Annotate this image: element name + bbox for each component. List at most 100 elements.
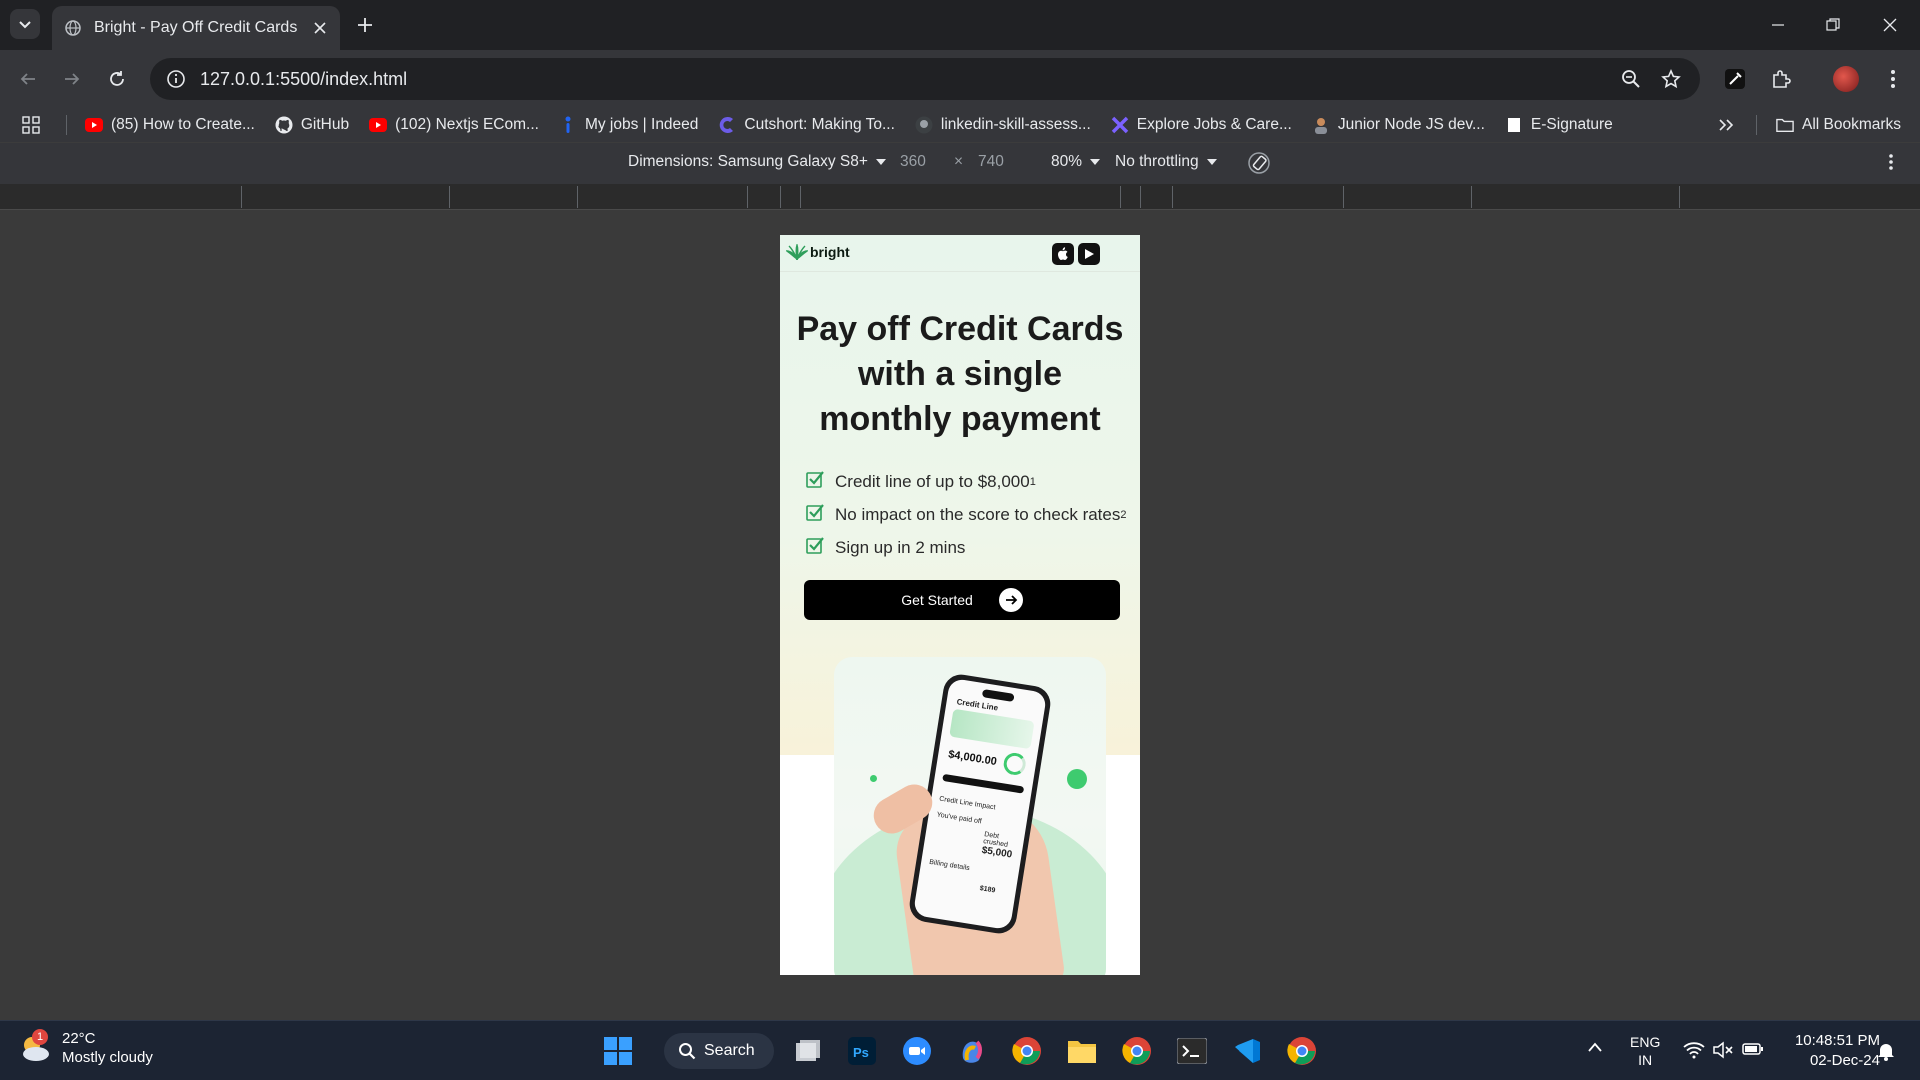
double-chevron-right-icon [1719, 119, 1734, 131]
file-explorer-folder-app[interactable] [1062, 1031, 1102, 1071]
bookmark-star-icon[interactable] [1658, 66, 1684, 92]
windows-logo-icon [604, 1037, 632, 1065]
terminal-app[interactable] [1172, 1031, 1212, 1071]
eyedropper-extension-button[interactable] [1720, 64, 1750, 94]
throttling-select[interactable]: No throttling [1115, 153, 1217, 171]
forward-button[interactable] [57, 64, 87, 94]
device-toolbar-menu-button[interactable] [1888, 153, 1894, 171]
site-info-icon[interactable] [166, 69, 186, 89]
bright-logo[interactable]: bright [786, 244, 850, 260]
restore-icon [1826, 18, 1840, 31]
network-status[interactable] [1683, 1041, 1705, 1063]
bookmark-item[interactable]: Junior Node JS dev... [1312, 116, 1485, 134]
wifi-icon [1683, 1042, 1705, 1059]
browser-toolbar: 127.0.0.1:5500/index.html [0, 50, 1920, 108]
close-window-button[interactable] [1872, 10, 1908, 40]
tab-search-button[interactable] [10, 9, 40, 39]
zoom-select[interactable]: 80% [1051, 153, 1101, 171]
zoom-app[interactable] [897, 1031, 937, 1071]
extensions-button[interactable] [1766, 64, 1796, 94]
weather-widget[interactable]: 1 22°C Mostly cloudy [18, 1029, 153, 1067]
plus-icon [358, 18, 372, 32]
bookmarks-divider [66, 115, 67, 135]
feature-list: Credit line of up to $8,000 1 No impact o… [806, 465, 1136, 564]
more-bookmarks-button[interactable] [1718, 118, 1734, 132]
bookmark-item[interactable]: (102) Nextjs ECom... [369, 116, 539, 134]
bookmark-label: My jobs | Indeed [584, 116, 699, 133]
new-tab-button[interactable] [352, 12, 378, 38]
caret-down-icon [875, 159, 886, 165]
chrome-profile-app[interactable] [1117, 1031, 1157, 1071]
bookmarks-bar: (85) How to Create... GitHub (102) Nextj… [0, 108, 1920, 142]
get-started-button[interactable]: Get Started [804, 580, 1120, 620]
minimize-button[interactable] [1760, 10, 1796, 40]
start-button[interactable] [598, 1031, 638, 1071]
reload-icon [110, 71, 124, 86]
restore-button[interactable] [1815, 10, 1851, 40]
dimensions-label: Dimensions: Samsung Galaxy S8+ [628, 153, 868, 170]
checkbox-check-icon [806, 503, 824, 521]
bookmark-item[interactable]: Cutshort: Making To... [718, 116, 895, 134]
url-text[interactable]: 127.0.0.1:5500/index.html [200, 69, 1604, 90]
globe-icon [64, 19, 82, 37]
battery-status[interactable] [1742, 1041, 1764, 1061]
system-clock[interactable]: 10:48:51 PM 02-Dec-24 [1770, 1031, 1880, 1071]
play-store-button[interactable] [1078, 243, 1100, 265]
footnote-marker: 2 [1120, 508, 1127, 521]
language-top: ENG [1630, 1034, 1661, 1050]
weather-cloud-icon: 1 [18, 1029, 52, 1065]
bookmark-item[interactable]: Explore Jobs & Care... [1111, 116, 1292, 134]
phone-screen-amount: $4,000.00 [947, 748, 998, 769]
bookmark-label: Cutshort: Making To... [744, 116, 895, 133]
bookmark-label: linkedin-skill-assess... [940, 116, 1091, 133]
eyedropper-icon [1725, 69, 1745, 89]
device-dimensions-select[interactable]: Dimensions: Samsung Galaxy S8+ [628, 153, 886, 171]
device-toolbar: Dimensions: Samsung Galaxy S8+ 360 × 740… [0, 142, 1920, 184]
reload-button[interactable] [102, 64, 132, 94]
feature-text: No impact on the score to check rates [835, 504, 1121, 524]
copilot-icon [962, 1040, 982, 1063]
back-button[interactable] [13, 64, 43, 94]
task-view-icon [796, 1040, 820, 1061]
all-bookmarks-button[interactable]: All Bookmarks [1776, 116, 1901, 134]
chrome-app[interactable] [1007, 1031, 1047, 1071]
copilot-app[interactable] [952, 1031, 992, 1071]
chrome-alt-app[interactable] [1282, 1031, 1322, 1071]
apps-grid-icon [22, 116, 40, 134]
bookmark-item[interactable]: GitHub [275, 116, 349, 134]
bookmark-item[interactable]: linkedin-skill-assess... [915, 116, 1091, 134]
profile-button[interactable] [1831, 64, 1861, 94]
chrome-menu-button[interactable] [1878, 64, 1908, 94]
apps-button[interactable] [22, 116, 40, 134]
show-hidden-icons-button[interactable] [1587, 1039, 1603, 1057]
caret-down-icon [1090, 159, 1101, 165]
bookmark-item[interactable]: E-Signature [1505, 116, 1613, 134]
footnote-marker: 1 [1029, 475, 1036, 488]
zoom-icon[interactable] [1618, 66, 1644, 92]
volume-status[interactable] [1712, 1041, 1734, 1063]
play-icon [1085, 249, 1094, 259]
volume-muted-icon [1713, 1041, 1733, 1059]
file-explorer-app[interactable] [788, 1031, 828, 1071]
close-tab-icon[interactable] [310, 18, 330, 38]
language-indicator[interactable]: ENG IN [1630, 1033, 1660, 1069]
bookmark-label: (102) Nextjs ECom... [395, 116, 539, 133]
bookmark-item[interactable]: (85) How to Create... [85, 116, 255, 134]
photoshop-app[interactable]: Ps [842, 1031, 882, 1071]
browser-tab-active[interactable]: Bright - Pay Off Credit Cards [52, 6, 340, 50]
vscode-app[interactable] [1227, 1031, 1267, 1071]
taskbar-search[interactable]: Search [664, 1033, 774, 1069]
kebab-menu-icon [1889, 154, 1893, 170]
cutshort-icon [718, 116, 736, 134]
site-header: bright [780, 235, 1140, 272]
notification-button[interactable] [1876, 1041, 1896, 1065]
media-query-ruler[interactable] [0, 184, 1920, 210]
rotate-button[interactable] [1247, 151, 1271, 175]
bookmark-item[interactable]: My jobs | Indeed [559, 116, 698, 134]
height-input[interactable]: 740 [978, 153, 1004, 171]
times-symbol: × [954, 153, 964, 170]
app-store-button[interactable] [1052, 243, 1074, 265]
address-bar[interactable]: 127.0.0.1:5500/index.html [150, 58, 1700, 100]
width-input[interactable]: 360 [900, 153, 926, 171]
vscode-icon [1235, 1039, 1260, 1063]
